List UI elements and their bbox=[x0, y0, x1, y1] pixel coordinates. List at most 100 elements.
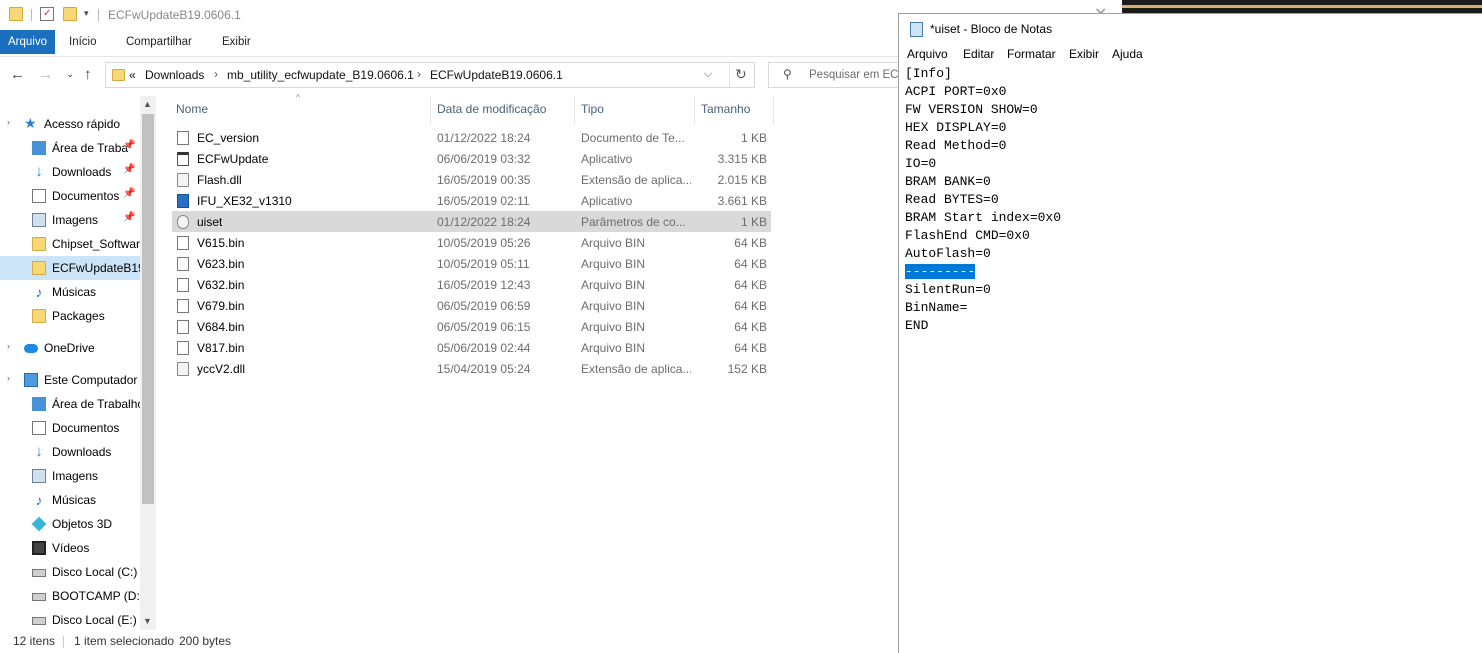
file-row[interactable]: yccV2.dll 15/04/2019 05:24 Extensão de a… bbox=[172, 358, 771, 379]
up-arrow-icon[interactable]: ↑ bbox=[84, 66, 92, 83]
breadcrumb-downloads[interactable]: Downloads bbox=[145, 68, 204, 82]
overflow-crumb[interactable]: « bbox=[129, 68, 136, 82]
file-row[interactable]: ECFwUpdate 06/06/2019 03:32 Aplicativo 3… bbox=[172, 148, 771, 169]
forward-arrow-icon[interactable]: → bbox=[38, 66, 53, 83]
text-line: Read BYTES=0 bbox=[905, 192, 999, 207]
menu-view[interactable]: Exibir bbox=[1069, 47, 1099, 61]
customize-toolbar-icon[interactable]: ▾ bbox=[84, 8, 89, 19]
file-size: 64 KB bbox=[734, 341, 767, 355]
file-row[interactable]: Flash.dll 16/05/2019 00:35 Extensão de a… bbox=[172, 169, 771, 190]
file-row[interactable]: V679.bin 06/05/2019 06:59 Arquivo BIN 64… bbox=[172, 295, 771, 316]
recent-locations-icon[interactable]: ⌄ bbox=[66, 69, 74, 80]
pin-icon: 📌 bbox=[123, 164, 136, 175]
nav-item-downloads[interactable]: ↓ Downloads 📌 bbox=[0, 160, 140, 184]
file-row[interactable]: V623.bin 10/05/2019 05:11 Arquivo BIN 64… bbox=[172, 253, 771, 274]
tab-file[interactable]: Arquivo bbox=[0, 30, 55, 54]
nav-onedrive[interactable]: › OneDrive bbox=[0, 336, 140, 360]
menu-help[interactable]: Ajuda bbox=[1112, 47, 1143, 61]
text-line: IO=0 bbox=[905, 156, 937, 171]
breadcrumb-mb-utility[interactable]: mb_utility_ecfwupdate_B19.0606.1 bbox=[227, 68, 414, 82]
nav-pc-downloads[interactable]: ↓ Downloads bbox=[0, 440, 140, 464]
nav-label: Imagens bbox=[52, 213, 99, 227]
file-row[interactable]: V684.bin 06/05/2019 06:15 Arquivo BIN 64… bbox=[172, 316, 771, 337]
nav-label: ECFwUpdateB19 bbox=[52, 261, 145, 275]
nav-item-desktop[interactable]: Área de Traba 📌 bbox=[0, 136, 140, 160]
file-icon bbox=[177, 341, 189, 355]
menu-format[interactable]: Formatar bbox=[1007, 47, 1056, 61]
video-icon bbox=[32, 541, 46, 555]
nav-item-images[interactable]: Imagens 📌 bbox=[0, 208, 140, 232]
nav-pc-desktop[interactable]: Área de Trabalho bbox=[0, 392, 144, 416]
file-date: 15/04/2019 05:24 bbox=[437, 362, 531, 376]
nav-scrollbar[interactable]: ▲ ▼ bbox=[140, 96, 156, 630]
music-icon: ♪ bbox=[35, 284, 43, 300]
file-row[interactable]: IFU_XE32_v1310 16/05/2019 02:11 Aplicati… bbox=[172, 190, 771, 211]
new-folder-icon[interactable] bbox=[63, 7, 77, 21]
file-date: 06/06/2019 03:32 bbox=[437, 152, 531, 166]
nav-pc-music[interactable]: ♪ Músicas bbox=[0, 488, 140, 512]
file-size: 3.661 KB bbox=[717, 194, 767, 208]
nav-label: Objetos 3D bbox=[52, 517, 113, 531]
back-arrow-icon[interactable]: ← bbox=[10, 66, 25, 83]
refresh-icon[interactable]: ↻ bbox=[735, 66, 747, 83]
nav-item-ecfwupdate[interactable]: ECFwUpdateB19 bbox=[0, 256, 145, 280]
nav-pc-drive-d[interactable]: BOOTCAMP (D:) bbox=[0, 584, 144, 608]
nav-pc-images[interactable]: Imagens bbox=[0, 464, 140, 488]
nav-item-music[interactable]: ♪ Músicas bbox=[0, 280, 140, 304]
column-header-name[interactable]: Nome bbox=[176, 102, 208, 116]
file-date: 06/05/2019 06:59 bbox=[437, 299, 531, 313]
menu-edit[interactable]: Editar bbox=[963, 47, 994, 61]
document-icon bbox=[32, 421, 46, 435]
column-header-size[interactable]: Tamanho bbox=[701, 102, 750, 116]
text-line: FW VERSION SHOW=0 bbox=[905, 102, 1038, 117]
file-size: 2.015 KB bbox=[717, 173, 767, 187]
chevron-down-icon[interactable]: ⌵ bbox=[704, 68, 712, 81]
file-row[interactable]: V615.bin 10/05/2019 05:26 Arquivo BIN 64… bbox=[172, 232, 771, 253]
scroll-down-icon[interactable]: ▼ bbox=[143, 616, 152, 626]
nav-pc-documents[interactable]: Documentos bbox=[0, 416, 140, 440]
file-icon bbox=[177, 299, 189, 313]
nav-label: Disco Local (E:) bbox=[52, 613, 137, 627]
search-placeholder: Pesquisar em ECF bbox=[809, 69, 906, 81]
file-row[interactable]: V817.bin 05/06/2019 02:44 Arquivo BIN 64… bbox=[172, 337, 771, 358]
nav-pc-drive-e[interactable]: Disco Local (E:) bbox=[0, 608, 140, 630]
text-editor[interactable]: [Info] ACPI PORT=0x0 FW VERSION SHOW=0 H… bbox=[905, 65, 1475, 335]
nav-pc-3d-objects[interactable]: Objetos 3D bbox=[0, 512, 140, 536]
file-icon bbox=[177, 278, 189, 292]
cloud-icon bbox=[24, 344, 38, 353]
breadcrumb-ecfwupdate[interactable]: ECFwUpdateB19.0606.1 bbox=[430, 68, 563, 82]
text-line: AutoFlash=0 bbox=[905, 246, 991, 261]
column-header-type[interactable]: Tipo bbox=[581, 102, 604, 116]
nav-item-chipset[interactable]: Chipset_Softwar bbox=[0, 232, 140, 256]
nav-this-pc[interactable]: › Este Computador bbox=[0, 368, 140, 392]
text-line: HEX DISPLAY=0 bbox=[905, 120, 1007, 135]
file-row[interactable]: V632.bin 16/05/2019 12:43 Arquivo BIN 64… bbox=[172, 274, 771, 295]
file-size: 152 KB bbox=[727, 362, 767, 376]
pin-icon: 📌 bbox=[123, 188, 136, 199]
nav-item-packages[interactable]: Packages bbox=[0, 304, 140, 328]
file-row[interactable]: EC_version 01/12/2022 18:24 Documento de… bbox=[172, 127, 771, 148]
column-header-date[interactable]: Data de modificação bbox=[437, 102, 546, 116]
scrollbar-thumb[interactable] bbox=[142, 114, 154, 504]
properties-icon[interactable]: ✓ bbox=[40, 7, 54, 21]
nav-label: BOOTCAMP (D:) bbox=[52, 589, 144, 603]
file-row-selected[interactable]: uiset 01/12/2022 18:24 Parâmetros de co.… bbox=[172, 211, 771, 232]
tab-view[interactable]: Exibir bbox=[222, 30, 251, 54]
search-box[interactable]: ⚲ Pesquisar em ECF bbox=[768, 62, 908, 88]
file-date: 10/05/2019 05:26 bbox=[437, 236, 531, 250]
address-bar[interactable]: « Downloads › mb_utility_ecfwupdate_B19.… bbox=[105, 62, 755, 88]
breadcrumb-separator[interactable]: › bbox=[417, 67, 421, 81]
nav-pc-drive-c[interactable]: Disco Local (C:) bbox=[0, 560, 140, 584]
nav-pc-videos[interactable]: Vídeos bbox=[0, 536, 140, 560]
file-type: Extensão de aplica... bbox=[581, 362, 691, 376]
tab-share[interactable]: Compartilhar bbox=[126, 30, 192, 54]
breadcrumb-separator[interactable]: › bbox=[214, 67, 218, 81]
file-size: 64 KB bbox=[734, 278, 767, 292]
tab-home[interactable]: Início bbox=[69, 30, 97, 54]
nav-quick-access[interactable]: › ★ Acesso rápido bbox=[0, 112, 140, 136]
scroll-up-icon[interactable]: ▲ bbox=[143, 99, 152, 109]
nav-item-documents[interactable]: Documentos 📌 bbox=[0, 184, 140, 208]
nav-label: Acesso rápido bbox=[44, 117, 121, 131]
menu-file[interactable]: Arquivo bbox=[907, 47, 948, 61]
file-list: ^ Nome Data de modificação Tipo Tamanho … bbox=[158, 93, 898, 630]
